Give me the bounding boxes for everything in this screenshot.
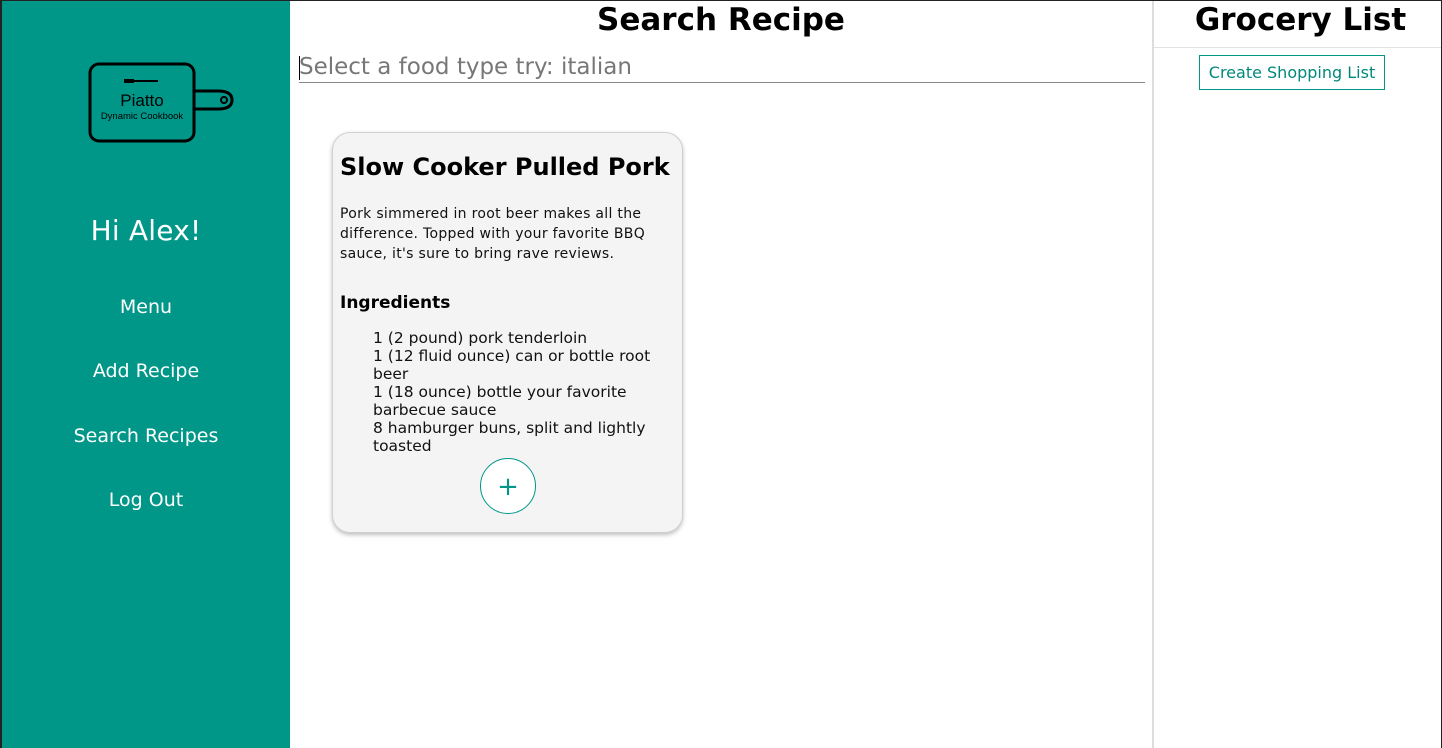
food-type-search-input[interactable] xyxy=(299,51,1145,83)
logo-title: Piatto xyxy=(120,91,163,110)
recipe-title: Slow Cooker Pulled Pork xyxy=(340,153,670,181)
grocery-panel: Grocery List Create Shopping List xyxy=(1152,1,1441,748)
add-to-grocery-button[interactable]: + xyxy=(480,458,536,514)
sidebar: Piatto Dynamic Cookbook Hi Alex! Menu Ad… xyxy=(2,1,290,748)
grocery-title: Grocery List xyxy=(1194,2,1407,38)
recipe-description: Pork simmered in root beer makes all the… xyxy=(340,206,646,262)
recipe-card: Slow Cooker Pulled Pork Pork simmered in… xyxy=(332,132,683,533)
piatto-logo[interactable]: Piatto Dynamic Cookbook xyxy=(88,61,238,145)
ingredient-item: 1 (18 ounce) bottle your favorite barbec… xyxy=(373,383,627,419)
nav-item-menu[interactable]: Menu xyxy=(2,296,290,318)
grocery-divider xyxy=(1154,47,1441,48)
ingredient-item: 1 (12 fluid ounce) can or bottle root be… xyxy=(373,347,651,383)
ingredient-item: 1 (2 pound) pork tenderloin xyxy=(373,329,588,347)
ingredients-heading: Ingredients xyxy=(340,293,451,313)
text-cursor xyxy=(299,56,300,80)
create-shopping-list-button[interactable]: Create Shopping List xyxy=(1199,55,1385,90)
user-greeting: Hi Alex! xyxy=(90,214,202,247)
nav-item-search-recipes[interactable]: Search Recipes xyxy=(2,425,290,447)
cutting-board-icon: Piatto Dynamic Cookbook xyxy=(88,62,234,143)
ingredients-list: 1 (2 pound) pork tenderloin 1 (12 fluid … xyxy=(373,329,685,455)
logo-subtitle: Dynamic Cookbook xyxy=(101,111,184,122)
nav-item-add-recipe[interactable]: Add Recipe xyxy=(2,360,290,382)
page-title: Search Recipe xyxy=(597,2,845,38)
ingredient-item: 8 hamburger buns, split and lightly toas… xyxy=(373,419,646,455)
main-content: Search Recipe Slow Cooker Pulled Pork Po… xyxy=(290,1,1152,748)
nav-item-log-out[interactable]: Log Out xyxy=(2,489,290,511)
